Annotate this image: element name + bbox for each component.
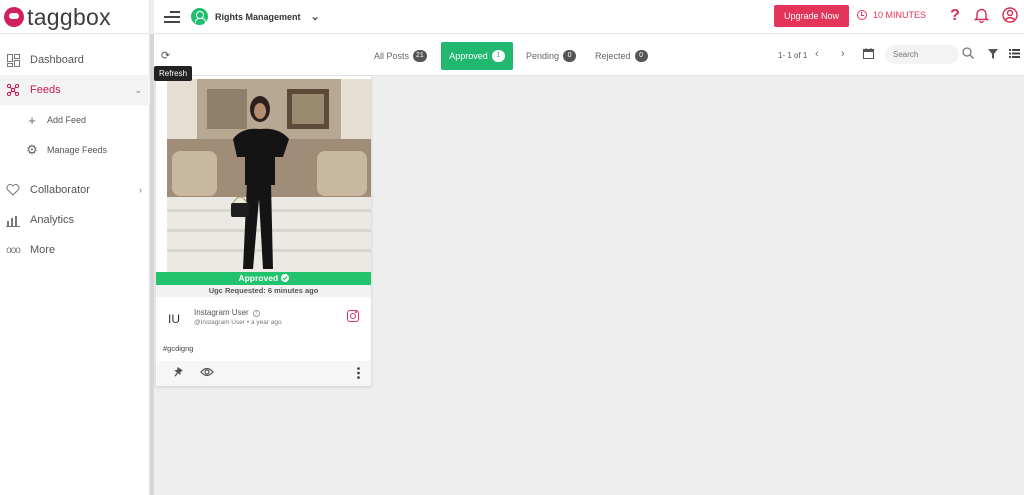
tab-rejected[interactable]: Rejected 0 [595, 42, 648, 70]
trial-timer: 10 MINUTES [857, 10, 926, 20]
info-icon[interactable]: i [252, 310, 260, 317]
timer-label: 10 MINUTES [873, 10, 927, 20]
refresh-icon[interactable]: ⟳ [161, 49, 170, 62]
rights-management-icon [191, 8, 208, 25]
avatar: IU [168, 312, 180, 326]
collaborator-icon [6, 183, 20, 197]
chevron-down-icon: ⌄ [134, 84, 142, 95]
post-caption: #gcdigng [163, 344, 194, 353]
taggbox-logo[interactable]: taggbox [4, 4, 111, 30]
approved-status-bar: Approved [156, 272, 371, 285]
tab-label: Approved [449, 51, 488, 61]
bell-icon[interactable] [972, 7, 990, 25]
author-name: Instagram User [194, 308, 249, 317]
sidebar-divider [0, 33, 150, 34]
sidebar-item-dashboard[interactable]: Dashboard [0, 45, 150, 75]
chevron-right-icon: › [139, 185, 142, 195]
more-icon: ooo [6, 244, 21, 256]
search-input[interactable] [885, 45, 959, 64]
sidebar-item-label: Analytics [30, 214, 75, 226]
feeds-icon [6, 83, 20, 97]
app-switcher[interactable]: Rights Management ⌄ [191, 8, 320, 25]
sidebar-item-label: Dashboard [30, 54, 84, 66]
menu-toggle-icon[interactable] [164, 10, 180, 24]
clock-icon [857, 10, 867, 20]
sidebar-item-more[interactable]: ooo More [0, 235, 150, 265]
top-bar: Rights Management ⌄ Upgrade Now 10 MINUT… [154, 0, 1024, 34]
pagination-label: 1- 1 of 1 [778, 51, 808, 60]
sidebar-item-feeds[interactable]: Feeds ⌄ [0, 75, 150, 105]
search-icon[interactable] [962, 47, 974, 62]
instagram-icon [347, 310, 359, 322]
post-meta: @Instagram User • a year ago [194, 319, 282, 326]
sidebar-item-label: More [30, 244, 56, 256]
chevron-down-icon: ⌄ [310, 11, 320, 23]
post-card[interactable]: Approved Ugc Requested: 6 minutes ago IU… [156, 76, 371, 386]
tab-pending[interactable]: Pending 0 [526, 42, 577, 70]
refresh-tooltip: Refresh [154, 66, 193, 81]
gear-icon: ⚙ [26, 142, 38, 157]
status-label: Approved [238, 273, 279, 283]
pin-icon[interactable] [172, 366, 184, 381]
sidebar-subitem-add-feed[interactable]: + Add Feed [0, 105, 150, 135]
sidebar-item-collaborator[interactable]: Collaborator › [0, 175, 150, 205]
post-photo[interactable] [167, 79, 371, 272]
plus-icon: + [28, 112, 36, 128]
logo-text: taggbox [27, 3, 111, 30]
tab-label: All Posts [374, 51, 410, 61]
list-view-icon[interactable] [1009, 49, 1020, 61]
upgrade-now-button[interactable]: Upgrade Now [774, 5, 849, 27]
tab-count-badge: 1 [491, 50, 505, 62]
tab-label: Rejected [595, 51, 631, 61]
author-handle: @Instagram User [194, 319, 246, 326]
sidebar: taggbox Dashboard Feeds ⌄ + Add Feed ⚙ M… [0, 0, 150, 495]
user-account-icon[interactable] [1001, 7, 1019, 25]
tab-count-badge: 0 [634, 50, 648, 62]
filter-toolbar: ⟳ Refresh All Posts 21 Approved 1 Pendin… [154, 34, 1024, 81]
post-author: Instagram User i [194, 308, 260, 317]
tab-approved[interactable]: Approved 1 [441, 42, 513, 70]
app-switcher-label: Rights Management [215, 11, 301, 22]
eye-icon[interactable] [200, 366, 214, 380]
sidebar-item-label: Feeds [30, 84, 61, 96]
sidebar-item-analytics[interactable]: Analytics [0, 205, 150, 235]
post-time: a year ago [250, 319, 282, 326]
chevron-right-icon[interactable]: › [841, 48, 845, 60]
ugc-requested-label: Ugc Requested: 6 minutes ago [156, 285, 371, 297]
help-icon[interactable]: ? [946, 7, 964, 25]
analytics-icon [6, 213, 20, 227]
tab-label: Pending [526, 51, 560, 61]
sidebar-subitem-label: Add Feed [47, 115, 87, 125]
calendar-icon[interactable] [863, 48, 874, 62]
tab-count-badge: 0 [563, 50, 577, 62]
tab-count-badge: 21 [413, 50, 427, 62]
more-options-icon[interactable] [357, 367, 360, 382]
sidebar-scrollbar[interactable] [150, 34, 154, 495]
taggbox-logo-icon [4, 7, 24, 27]
tab-all-posts[interactable]: All Posts 21 [374, 42, 427, 70]
filter-icon[interactable] [988, 49, 998, 62]
card-action-bar [156, 361, 371, 386]
dashboard-icon [6, 53, 20, 67]
sidebar-subitem-manage-feeds[interactable]: ⚙ Manage Feeds [0, 135, 150, 165]
check-circle-icon [280, 274, 289, 282]
sidebar-subitem-label: Manage Feeds [47, 145, 108, 155]
chevron-left-icon[interactable]: ‹ [815, 48, 819, 60]
sidebar-item-label: Collaborator [30, 184, 90, 196]
